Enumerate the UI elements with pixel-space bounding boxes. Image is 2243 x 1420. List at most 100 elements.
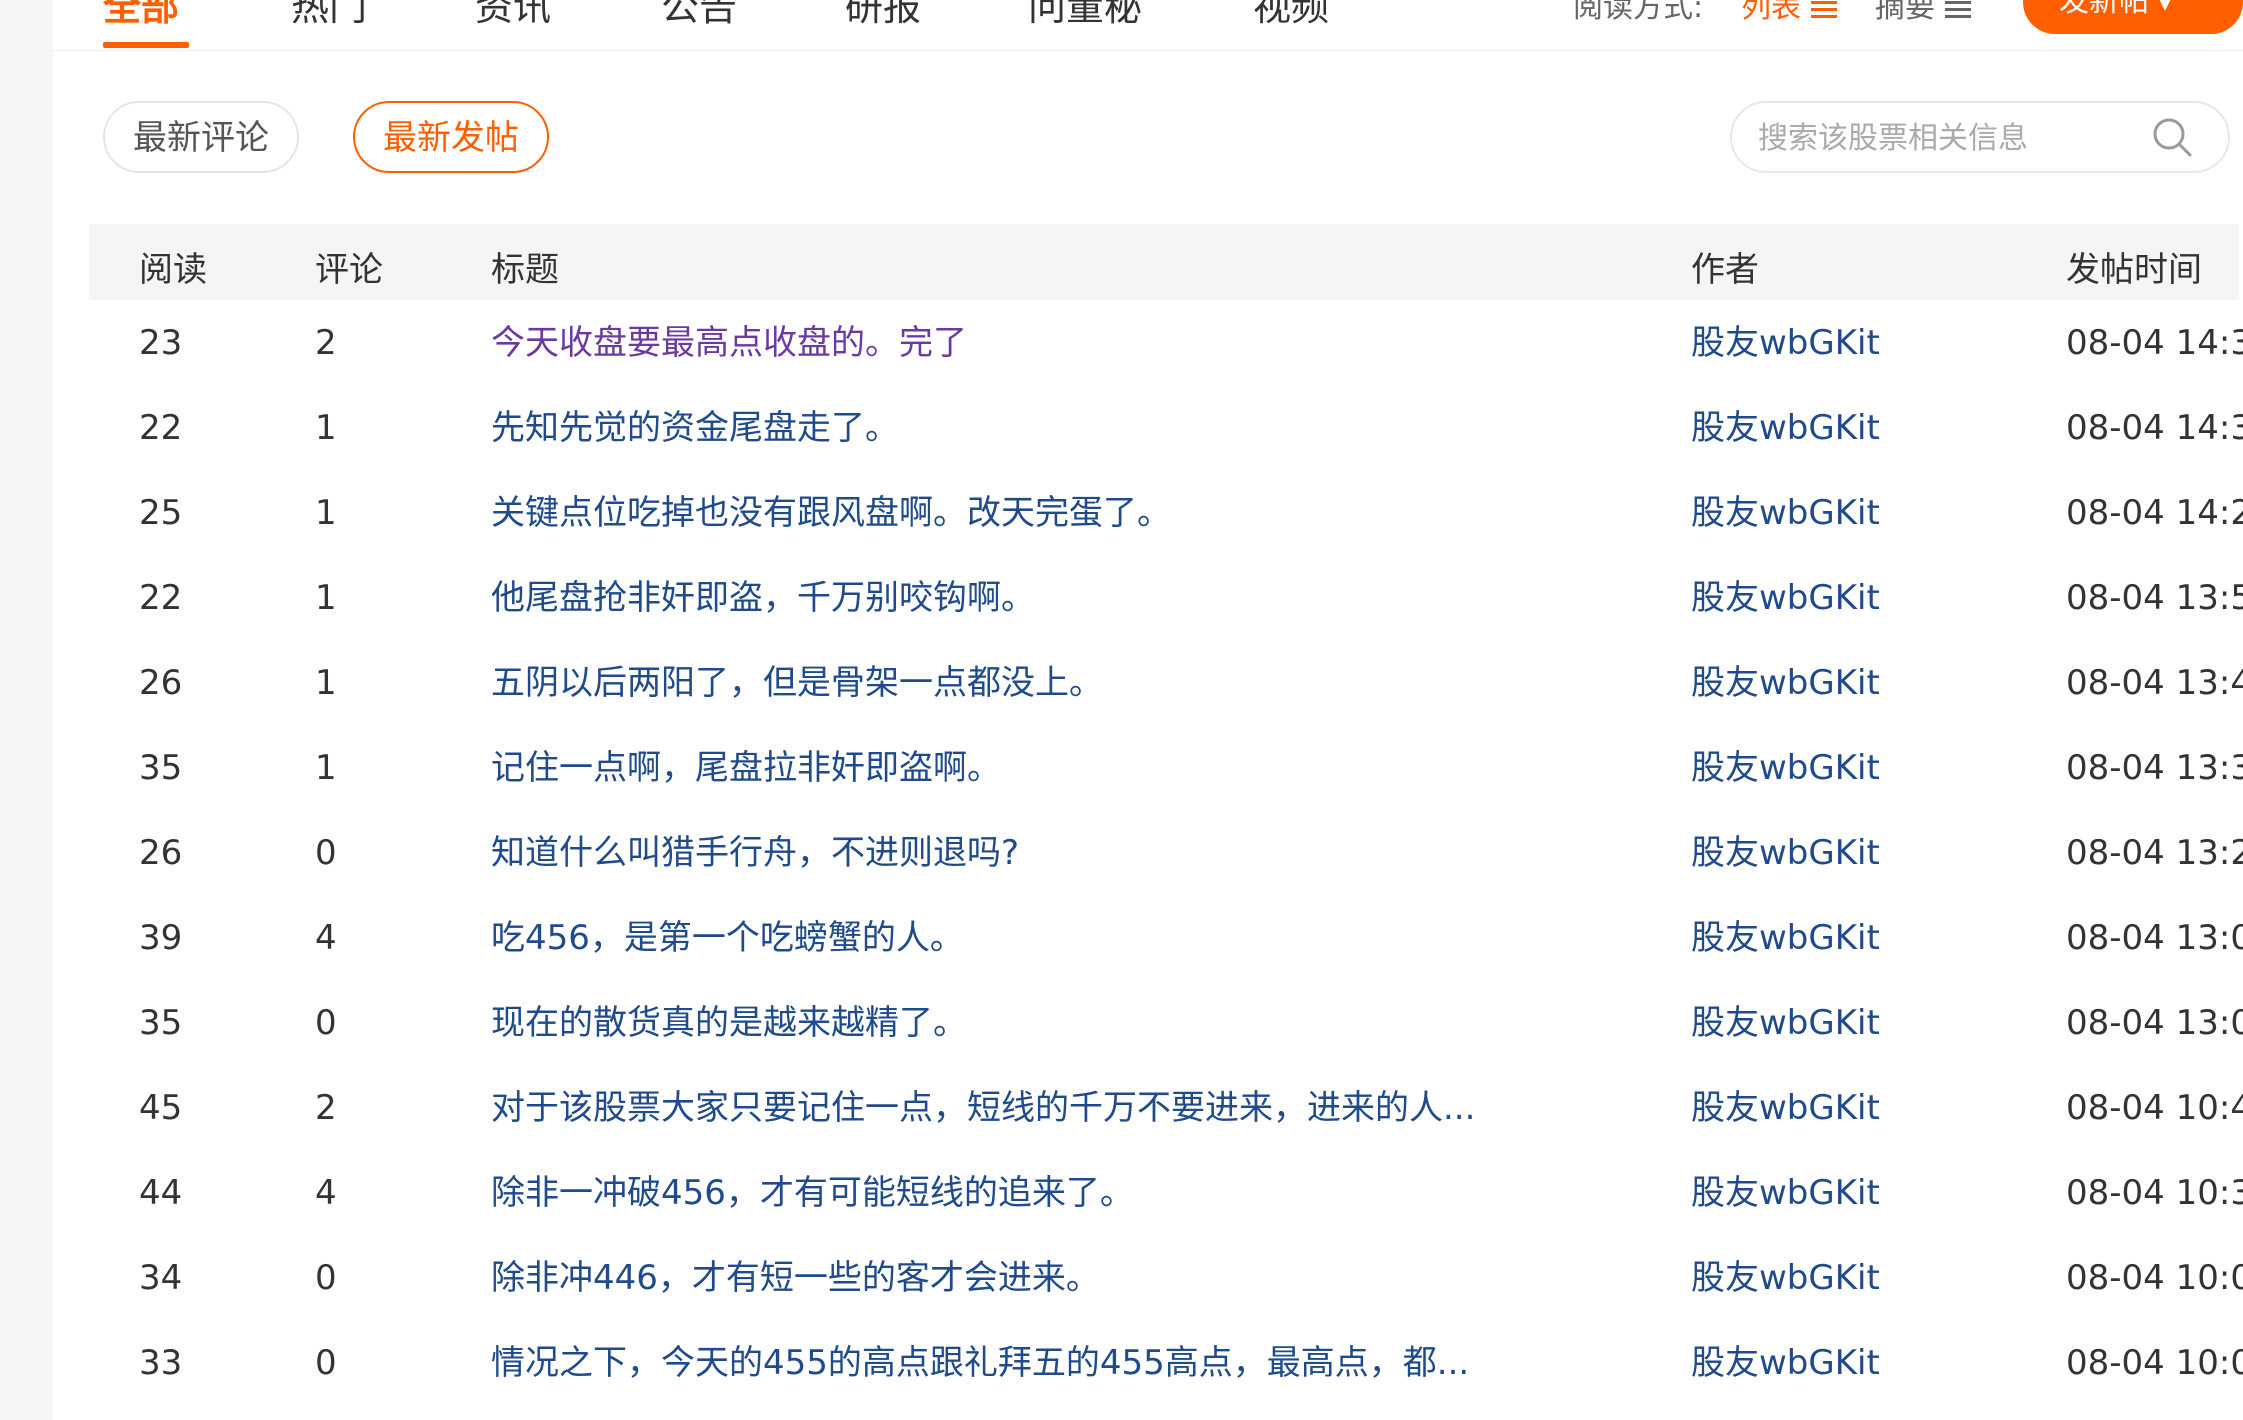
tab-all[interactable]: 全部 <box>103 0 179 31</box>
guba-post-list-panel: 全部 热门 资讯 公告 研报 问董秘 视频 阅读方式: 列表 摘要 发新帖 ▾ 最… <box>53 0 2243 1420</box>
header-comments[interactable]: 评论 <box>315 242 383 291</box>
read-count: 45 <box>139 1088 183 1128</box>
header-author: 作者 <box>1691 250 1759 290</box>
comment-count: 1 <box>315 493 337 533</box>
table-row: 35 1 记住一点啊，尾盘拉非奸即盗啊。 股友wbGKit 08-04 13:34 <box>89 725 2243 810</box>
new-post-label: 发新帖 <box>2059 0 2149 19</box>
tab-announcements[interactable]: 公告 <box>661 0 737 31</box>
new-post-button[interactable]: 发新帖 ▾ <box>2023 0 2243 34</box>
post-time: 08-04 13:02 <box>2066 1003 2243 1043</box>
author-link[interactable]: 股友wbGKit <box>1691 747 1880 789</box>
table-row: 26 1 五阴以后两阳了，但是骨架一点都没上。 股友wbGKit 08-04 13:45 <box>89 640 2243 725</box>
post-title-link[interactable]: 吃456，是第一个吃螃蟹的人。 <box>491 917 1581 959</box>
post-time: 08-04 14:23 <box>2066 493 2243 533</box>
comment-count: 1 <box>315 578 337 618</box>
header-title: 标题 <box>491 250 559 290</box>
read-count: 26 <box>139 663 183 703</box>
comment-count: 0 <box>315 1343 337 1383</box>
table-row: 44 4 除非一冲破456，才有可能短线的追来了。 股友wbGKit 08-04 10:… <box>89 1150 2243 1235</box>
author-link[interactable]: 股友wbGKit <box>1691 1342 1880 1384</box>
post-time: 08-04 14:31 <box>2066 408 2243 448</box>
post-title-link[interactable]: 现在的散货真的是越来越精了。 <box>491 1002 1581 1044</box>
author-link[interactable]: 股友wbGKit <box>1691 832 1880 874</box>
read-count: 44 <box>139 1173 183 1213</box>
comment-count: 0 <box>315 1003 337 1043</box>
post-title-link[interactable]: 记住一点啊，尾盘拉非奸即盗啊。 <box>491 747 1581 789</box>
read-count: 33 <box>139 1343 183 1383</box>
tab-ask-secretary[interactable]: 问董秘 <box>1028 0 1142 31</box>
post-time: 08-04 10:05 <box>2066 1343 2243 1383</box>
author-link[interactable]: 股友wbGKit <box>1691 407 1880 449</box>
post-time: 08-04 13:23 <box>2066 833 2243 873</box>
table-row: 35 0 现在的散货真的是越来越精了。 股友wbGKit 08-04 13:02 <box>89 980 2243 1065</box>
post-title-link[interactable]: 五阴以后两阳了，但是骨架一点都没上。 <box>491 662 1581 704</box>
chevron-down-icon: ▾ <box>2159 0 2172 17</box>
author-link[interactable]: 股友wbGKit <box>1691 577 1880 619</box>
search-input[interactable] <box>1756 115 2140 161</box>
tab-hot[interactable]: 热门 <box>291 0 367 31</box>
post-title-link[interactable]: 对于该股票大家只要记住一点，短线的千万不要进来，进来的人... <box>491 1087 1581 1129</box>
table-row: 45 2 对于该股票大家只要记住一点，短线的千万不要进来，进来的人... 股友wbGK… <box>89 1065 2243 1150</box>
read-mode-summary-label: 摘要 <box>1875 0 1935 25</box>
header-post-time[interactable]: 发帖时间 <box>2066 242 2202 291</box>
table-row: 23 2 今天收盘要最高点收盘的。完了 股友wbGKit 08-04 14:39 <box>89 300 2243 385</box>
tab-news[interactable]: 资讯 <box>475 0 551 31</box>
post-time: 08-04 13:03 <box>2066 918 2243 958</box>
filter-latest-comment[interactable]: 最新评论 <box>103 101 299 173</box>
header-read[interactable]: 阅读 <box>139 242 207 291</box>
post-title-link[interactable]: 情况之下，今天的455的高点跟礼拜五的455高点，最高点，都... <box>491 1342 1581 1384</box>
author-link[interactable]: 股友wbGKit <box>1691 917 1880 959</box>
post-title-link[interactable]: 今天收盘要最高点收盘的。完了 <box>491 322 1581 364</box>
tab-research[interactable]: 研报 <box>845 0 921 31</box>
author-link[interactable]: 股友wbGKit <box>1691 322 1880 364</box>
list-icon <box>1811 0 1837 19</box>
post-title-link[interactable]: 关键点位吃掉也没有跟风盘啊。改天完蛋了。 <box>491 492 1581 534</box>
read-count: 22 <box>139 408 183 448</box>
author-link[interactable]: 股友wbGKit <box>1691 492 1880 534</box>
post-title-link[interactable]: 除非一冲破456，才有可能短线的追来了。 <box>491 1172 1581 1214</box>
read-count: 39 <box>139 918 183 958</box>
stock-search <box>1730 101 2230 173</box>
comment-count: 1 <box>315 408 337 448</box>
filter-latest-post[interactable]: 最新发帖 <box>353 101 549 173</box>
summary-icon <box>1945 0 1971 19</box>
table-row: 33 0 情况之下，今天的455的高点跟礼拜五的455高点，最高点，都... 股友wb… <box>89 1320 2243 1405</box>
post-time: 08-04 13:45 <box>2066 663 2243 703</box>
read-mode-label: 阅读方式: <box>1573 0 1704 25</box>
table-row: 34 0 除非冲446，才有短一些的客才会进来。 股友wbGKit 08-04 10:0… <box>89 1235 2243 1320</box>
post-title-link[interactable]: 除非冲446，才有短一些的客才会进来。 <box>491 1257 1581 1299</box>
comment-count: 0 <box>315 833 337 873</box>
tab-bar: 全部 热门 资讯 公告 研报 问董秘 视频 阅读方式: 列表 摘要 发新帖 ▾ <box>53 0 2243 51</box>
author-link[interactable]: 股友wbGKit <box>1691 1172 1880 1214</box>
comment-count: 2 <box>315 323 337 363</box>
read-count: 23 <box>139 323 183 363</box>
post-time: 08-04 13:58 <box>2066 578 2243 618</box>
comment-count: 1 <box>315 748 337 788</box>
table-header: 阅读 评论 标题 作者 发帖时间 <box>89 224 2239 300</box>
read-mode-list-label: 列表 <box>1741 0 1801 25</box>
search-icon[interactable] <box>2150 115 2194 159</box>
tab-video[interactable]: 视频 <box>1253 0 1329 31</box>
post-time: 08-04 13:34 <box>2066 748 2243 788</box>
left-gutter <box>0 0 53 1420</box>
author-link[interactable]: 股友wbGKit <box>1691 1002 1880 1044</box>
read-count: 35 <box>139 1003 183 1043</box>
read-mode-list[interactable]: 列表 <box>1741 0 1837 26</box>
post-time: 08-04 10:08 <box>2066 1258 2243 1298</box>
author-link[interactable]: 股友wbGKit <box>1691 1257 1880 1299</box>
read-count: 35 <box>139 748 183 788</box>
comment-count: 1 <box>315 663 337 703</box>
post-title-link[interactable]: 他尾盘抢非奸即盗，千万别咬钩啊。 <box>491 577 1581 619</box>
read-mode-summary[interactable]: 摘要 <box>1875 0 1971 26</box>
table-row: 22 1 先知先觉的资金尾盘走了。 股友wbGKit 08-04 14:31 <box>89 385 2243 470</box>
post-title-link[interactable]: 先知先觉的资金尾盘走了。 <box>491 407 1581 449</box>
comment-count: 4 <box>315 918 337 958</box>
post-time: 08-04 10:41 <box>2066 1088 2243 1128</box>
post-list: 232今天收盘要最高点收盘的。完了股友wbGKit08-04 14:39221先… <box>89 300 2243 1405</box>
author-link[interactable]: 股友wbGKit <box>1691 1087 1880 1129</box>
post-time: 08-04 10:31 <box>2066 1173 2243 1213</box>
post-title-link[interactable]: 知道什么叫猎手行舟，不进则退吗? <box>491 832 1581 874</box>
author-link[interactable]: 股友wbGKit <box>1691 662 1880 704</box>
read-count: 22 <box>139 578 183 618</box>
active-tab-indicator <box>103 42 189 48</box>
